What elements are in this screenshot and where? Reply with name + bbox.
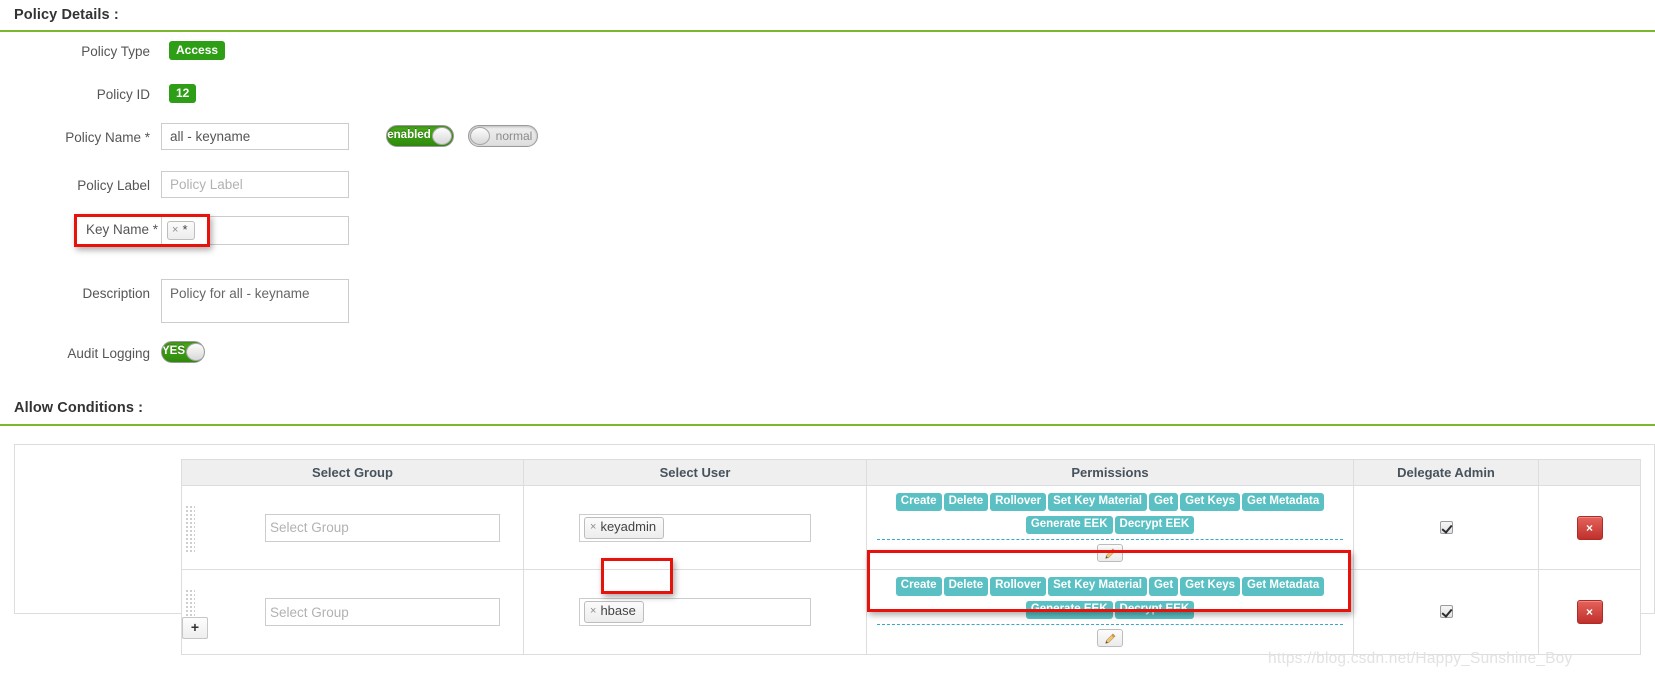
permission-badge[interactable]: Rollover	[990, 577, 1047, 596]
policy-priority-toggle-label: normal	[495, 129, 533, 143]
policy-type-label: Policy Type	[81, 44, 150, 59]
policy-label-label: Policy Label	[77, 178, 150, 193]
chip-label: hbase	[600, 603, 636, 619]
policy-priority-toggle[interactable]: normal	[468, 125, 538, 147]
permission-badge[interactable]: Get	[1148, 577, 1179, 596]
policy-type-badge: Access	[169, 41, 226, 60]
permission-badge[interactable]: Decrypt EEK	[1114, 516, 1195, 535]
permission-badge[interactable]: Create	[895, 493, 942, 512]
allow-conditions-table: Select Group Select User Permissions Del…	[181, 459, 1641, 655]
policy-details-divider	[0, 30, 1655, 32]
policy-name-label: Policy Name *	[65, 130, 150, 145]
cell-select-user: × hbase	[523, 569, 867, 655]
cell-actions: ×	[1538, 569, 1641, 655]
permissions-list: Create Delete Rollover Set Key Material Get G…	[867, 570, 1353, 653]
policy-id-badge: 12	[169, 84, 197, 103]
pencil-icon	[1105, 548, 1116, 560]
key-name-label: Key Name *	[85, 222, 158, 237]
permissions-divider	[877, 539, 1343, 541]
cell-actions: ×	[1538, 484, 1641, 571]
audit-logging-toggle-knob	[186, 343, 204, 361]
select-group-placeholder: Select Group	[270, 604, 349, 620]
permission-badge[interactable]: Create	[895, 577, 942, 596]
policy-id-label: Policy ID	[96, 87, 150, 102]
delegate-admin-checkbox[interactable]	[1439, 605, 1453, 619]
cell-delegate-admin	[1353, 569, 1539, 655]
table-row: Select Group × keyadmin Create Delete Ro…	[181, 484, 1641, 571]
row-drag-handle[interactable]	[184, 503, 195, 552]
select-user-input[interactable]: × keyadmin	[579, 513, 811, 542]
audit-logging-toggle-label: YES	[162, 345, 186, 358]
allow-conditions-heading: Allow Conditions :	[14, 400, 144, 416]
permissions-divider	[877, 623, 1343, 625]
permission-badge[interactable]: Decrypt EEK	[1114, 600, 1195, 619]
add-condition-button[interactable]: +	[182, 617, 208, 639]
watermark-text: https://blog.csdn.net/Happy_Sunshine_Boy	[1268, 650, 1573, 667]
chip-label: *	[182, 221, 188, 237]
permission-badge[interactable]: Rollover	[990, 493, 1047, 512]
cell-select-user: × keyadmin	[523, 484, 867, 571]
policy-label-input[interactable]	[161, 171, 349, 198]
policy-priority-toggle-knob	[470, 127, 490, 145]
permission-badge[interactable]: Get Metadata	[1242, 577, 1325, 596]
select-group-input[interactable]: Select Group	[265, 598, 500, 627]
cell-permissions: Create Delete Rollover Set Key Material Get G…	[866, 569, 1354, 655]
column-header-select-group: Select Group	[181, 459, 524, 486]
table-row: Select Group × hbase Create Delete Rollo…	[181, 569, 1641, 655]
description-textarea[interactable]: Policy for all - keyname	[161, 279, 349, 323]
select-group-input[interactable]: Select Group	[265, 513, 500, 542]
user-chip[interactable]: × hbase	[584, 601, 644, 624]
delegate-admin-checkbox[interactable]	[1439, 520, 1453, 534]
permission-badge[interactable]: Generate EEK	[1025, 600, 1113, 619]
key-name-chip[interactable]: × *	[167, 220, 195, 241]
delegate-admin-checkbox-wrap	[1354, 519, 1538, 537]
column-header-permissions: Permissions	[866, 459, 1354, 486]
cell-select-group: Select Group	[181, 569, 524, 655]
chip-remove-icon[interactable]: ×	[590, 605, 596, 618]
pencil-icon	[1105, 633, 1116, 644]
audit-logging-toggle[interactable]: YES	[161, 341, 205, 363]
policy-name-input[interactable]	[161, 123, 349, 150]
delete-row-button[interactable]: ×	[1576, 515, 1603, 540]
column-header-select-user: Select User	[523, 459, 867, 486]
permission-badge[interactable]: Set Key Material	[1048, 493, 1147, 512]
column-header-actions	[1538, 459, 1641, 486]
policy-status-toggle[interactable]: enabled	[386, 125, 454, 147]
chip-remove-icon[interactable]: ×	[590, 521, 596, 534]
description-label: Description	[82, 286, 150, 301]
allow-conditions-divider	[0, 424, 1655, 426]
permission-badge[interactable]: Get Metadata	[1242, 493, 1325, 512]
delete-row-button[interactable]: ×	[1576, 600, 1603, 625]
select-user-input[interactable]: × hbase	[579, 598, 811, 627]
edit-permissions-button[interactable]	[1097, 628, 1123, 647]
permission-badge[interactable]: Set Key Material	[1048, 577, 1147, 596]
permissions-list: Create Delete Rollover Set Key Material Get G…	[867, 486, 1353, 569]
permission-badge[interactable]: Generate EEK	[1025, 516, 1113, 535]
cell-delegate-admin	[1353, 484, 1539, 571]
policy-status-toggle-label: enabled	[387, 129, 431, 142]
key-name-select[interactable]: × *	[161, 216, 349, 245]
permission-badge[interactable]: Delete	[943, 577, 989, 596]
permission-badge[interactable]: Delete	[943, 493, 989, 512]
column-header-delegate-admin: Delegate Admin	[1353, 459, 1539, 486]
policy-status-toggle-knob	[432, 127, 452, 145]
cell-permissions: Create Delete Rollover Set Key Material Get G…	[866, 484, 1354, 571]
edit-permissions-button[interactable]	[1097, 544, 1123, 563]
select-group-placeholder: Select Group	[270, 520, 349, 536]
permission-badge[interactable]: Get Keys	[1180, 577, 1241, 596]
permission-badge[interactable]: Get	[1148, 493, 1179, 512]
permission-badge[interactable]: Get Keys	[1180, 493, 1241, 512]
audit-logging-label: Audit Logging	[67, 346, 150, 361]
chip-label: keyadmin	[600, 518, 657, 534]
delegate-admin-checkbox-wrap	[1354, 603, 1538, 621]
chip-remove-icon[interactable]: ×	[172, 224, 178, 237]
table-header-row: Select Group Select User Permissions Del…	[181, 459, 1641, 486]
cell-select-group: Select Group	[181, 484, 524, 571]
user-chip[interactable]: × keyadmin	[584, 516, 665, 539]
policy-details-heading: Policy Details :	[14, 7, 119, 23]
